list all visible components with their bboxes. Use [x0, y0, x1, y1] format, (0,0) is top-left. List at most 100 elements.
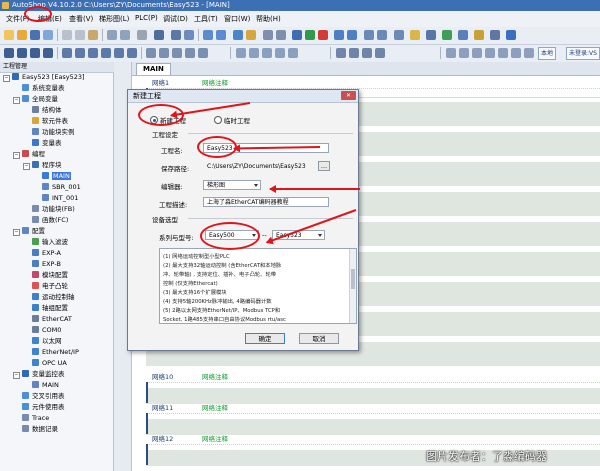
tree-item[interactable]: 电子凸轮 — [32, 281, 68, 292]
delete-row-icon[interactable] — [101, 48, 111, 58]
model-description-box[interactable]: (1) 网络运动控制型小型PLC (2) 最大支持32轴运动控制 (含Ether… — [159, 248, 357, 324]
tree-expander-icon[interactable]: − — [13, 152, 20, 159]
tree-item[interactable]: 软元件表 — [32, 116, 68, 127]
tree-item[interactable]: 轴组配置 — [32, 303, 68, 314]
tree-item[interactable]: OPC UA — [32, 358, 67, 369]
call-icon[interactable] — [362, 48, 372, 58]
vline-icon[interactable] — [75, 48, 85, 58]
list-icon[interactable] — [276, 30, 286, 40]
editor-select[interactable]: 梯形图 — [203, 180, 261, 190]
copy-icon[interactable] — [75, 30, 85, 40]
label-icon[interactable] — [349, 48, 359, 58]
upload-icon[interactable] — [347, 30, 357, 40]
print-icon[interactable] — [171, 30, 181, 40]
hline-icon[interactable] — [62, 48, 72, 58]
rung-10[interactable]: 网络10 网络注释 — [146, 373, 600, 403]
menu-plc[interactable]: PLC(P) — [135, 14, 158, 22]
tree-item[interactable]: COM0 — [32, 325, 61, 336]
tree-item[interactable]: 系统变量表 — [22, 83, 65, 94]
document-icon[interactable] — [263, 30, 273, 40]
zoom-in-icon[interactable] — [203, 30, 213, 40]
invert-icon[interactable] — [172, 48, 182, 58]
delete-icon[interactable] — [137, 30, 147, 40]
edit-pen-icon[interactable] — [410, 30, 420, 40]
segment-icon[interactable] — [262, 48, 272, 58]
tree-item[interactable]: 交叉引用表 — [22, 391, 65, 402]
rising-edge-icon[interactable] — [146, 48, 156, 58]
cross-icon[interactable] — [446, 48, 456, 58]
rung-comment[interactable]: 网络注释 — [202, 404, 228, 413]
branch-icon[interactable] — [249, 48, 259, 58]
tree-expander-icon[interactable]: − — [13, 229, 20, 236]
save-icon[interactable] — [30, 30, 40, 40]
compile-icon[interactable] — [233, 30, 243, 40]
stop-icon[interactable] — [318, 30, 328, 40]
delete-col-icon[interactable] — [127, 48, 137, 58]
rung-comment[interactable]: 网络注释 — [202, 373, 228, 382]
stack-icon[interactable] — [498, 48, 508, 58]
menu-debug[interactable]: 调试(D) — [163, 14, 188, 24]
contact-nc-icon[interactable] — [17, 48, 27, 58]
jump-icon[interactable] — [336, 48, 346, 58]
cancel-button[interactable]: 取消 — [299, 333, 339, 344]
menu-window[interactable]: 窗口(W) — [224, 14, 250, 24]
network-icon[interactable] — [442, 30, 452, 40]
tree-item[interactable]: 数据记录 — [22, 424, 58, 435]
connect-icon[interactable] — [511, 48, 521, 58]
tree-expander-icon[interactable]: − — [13, 97, 20, 104]
zoom-out-icon[interactable] — [216, 30, 226, 40]
tree-item[interactable]: 运动控制轴 — [32, 292, 75, 303]
tree-item[interactable]: EXP-A — [32, 248, 61, 259]
tree-item[interactable]: MAIN — [42, 171, 71, 182]
rung-comment[interactable]: 网络注释 — [202, 79, 228, 88]
online-edit-icon[interactable] — [377, 30, 387, 40]
tree-item[interactable]: 变量表 — [32, 138, 62, 149]
menu-view[interactable]: 查看(V) — [69, 14, 93, 24]
menu-help[interactable]: 帮助(H) — [256, 14, 281, 24]
close-button[interactable]: ✕ — [341, 91, 356, 100]
browse-button[interactable]: ... — [318, 161, 330, 171]
tree-item[interactable]: 元件使用表 — [22, 402, 65, 413]
tree-item[interactable]: MAIN — [32, 380, 59, 391]
paste-icon[interactable] — [88, 30, 98, 40]
insert-col-icon[interactable] — [114, 48, 124, 58]
compare-icon[interactable] — [364, 30, 374, 40]
return-icon[interactable] — [375, 48, 385, 58]
tree-item[interactable]: 变量监控表 — [22, 369, 65, 380]
tree-item[interactable]: SBR_001 — [42, 182, 81, 193]
menu-ladder[interactable]: 梯形图(L) — [99, 14, 129, 24]
save-all-icon[interactable] — [43, 30, 53, 40]
reset-icon[interactable] — [198, 48, 208, 58]
contact-no-icon[interactable] — [4, 48, 14, 58]
description-scrollbar[interactable] — [349, 249, 356, 323]
project-desc-input[interactable]: 上海了淼EtherCAT编码器教程 — [203, 197, 329, 207]
local-button[interactable]: 本地 — [538, 47, 557, 60]
tree-item[interactable]: 函数(FC) — [32, 215, 68, 226]
bookmark-icon[interactable] — [288, 48, 298, 58]
tree-item[interactable]: 结构体 — [32, 105, 62, 116]
preview-icon[interactable] — [184, 30, 194, 40]
set-icon[interactable] — [185, 48, 195, 58]
compile-all-icon[interactable] — [246, 30, 256, 40]
function-icon[interactable] — [43, 48, 53, 58]
comment-icon[interactable] — [275, 48, 285, 58]
tree-item[interactable]: 功能块(FB) — [32, 204, 75, 215]
tree-expander-icon[interactable]: − — [3, 75, 10, 82]
diagnose-icon[interactable] — [394, 30, 404, 40]
parallel-icon[interactable] — [236, 48, 246, 58]
undo-icon[interactable] — [107, 30, 117, 40]
tree-expander-icon[interactable]: − — [13, 372, 20, 379]
run-icon[interactable] — [305, 30, 315, 40]
new-file-icon[interactable] — [4, 30, 14, 40]
find-icon[interactable] — [154, 30, 164, 40]
tree-item[interactable]: 全局变量 — [22, 94, 58, 105]
tree-item[interactable]: EXP-B — [32, 259, 61, 270]
tree-item[interactable]: EtherNet/IP — [32, 347, 79, 358]
settings-icon[interactable] — [458, 30, 468, 40]
tree-item[interactable]: 编程 — [22, 149, 45, 160]
help-icon[interactable] — [474, 30, 484, 40]
comm-icon[interactable] — [426, 30, 436, 40]
radio-temp-project[interactable] — [214, 116, 222, 124]
tree-item[interactable]: Trace — [22, 413, 49, 424]
cut-icon[interactable] — [62, 30, 72, 40]
